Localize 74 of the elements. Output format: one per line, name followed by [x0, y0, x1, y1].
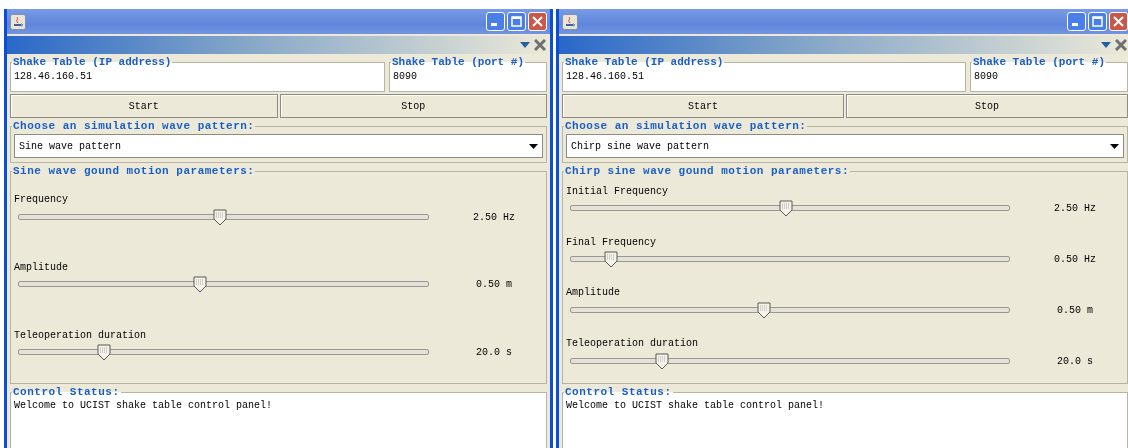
- slider-value: 20.0 s: [475, 347, 513, 359]
- port-field[interactable]: Shake Table (port #) 8090: [970, 56, 1128, 92]
- slider-value: 2.50 Hz: [1053, 203, 1097, 215]
- pattern-dropdown[interactable]: Chirp sine wave pattern: [566, 134, 1124, 158]
- slider-thumb[interactable]: [604, 251, 619, 269]
- action-button[interactable]: Stop: [279, 94, 547, 118]
- action-button[interactable]: Start: [10, 94, 278, 118]
- action-button[interactable]: Start: [562, 94, 844, 118]
- slider[interactable]: [18, 208, 429, 226]
- close-button[interactable]: [1109, 12, 1128, 31]
- ip-address-input[interactable]: 128.46.160.51: [14, 68, 381, 88]
- port-input[interactable]: 8090: [393, 68, 543, 88]
- caret-icon: [1110, 143, 1119, 149]
- group-label: Chirp sine wave gound motion parameters:: [564, 165, 851, 177]
- slider-value: 20.0 s: [1056, 355, 1094, 367]
- close-icon[interactable]: [1115, 39, 1127, 51]
- port-input[interactable]: 8090: [974, 68, 1124, 88]
- slider[interactable]: [570, 352, 1010, 370]
- slider-thumb[interactable]: [655, 352, 670, 370]
- port-field[interactable]: Shake Table (port #) 8090: [389, 56, 547, 92]
- action-button[interactable]: Stop: [846, 94, 1128, 118]
- slider-label: Teleoperation duration: [566, 337, 700, 351]
- minimize-icon: [490, 23, 497, 26]
- dropdown-icon[interactable]: [1101, 42, 1111, 48]
- slider-label: Amplitude: [14, 261, 69, 274]
- slider-label: Initial Frequency: [566, 184, 670, 198]
- caret-icon: [529, 143, 538, 149]
- slider-value: 0.50 m: [475, 279, 513, 291]
- maximize-icon: [1092, 16, 1103, 27]
- pattern-dropdown[interactable]: Sine wave pattern: [14, 134, 543, 158]
- slider[interactable]: [570, 301, 1010, 319]
- minimize-button[interactable]: [486, 12, 505, 31]
- close-button[interactable]: [528, 12, 547, 31]
- maximize-icon: [511, 16, 522, 27]
- field-label: Shake Table (IP address): [564, 56, 725, 68]
- slider-label: Teleoperation duration: [14, 328, 148, 342]
- slider[interactable]: [570, 200, 1010, 218]
- cup-icon: [562, 13, 578, 30]
- minimize-icon: [1071, 23, 1078, 26]
- group-label: Choose an simulation wave pattern:: [12, 120, 256, 132]
- status-message: Welcome to UCIST shake table control panel!: [566, 399, 826, 413]
- slider-thumb[interactable]: [757, 301, 772, 319]
- slider-label: Final Frequency: [566, 235, 657, 249]
- close-icon: [532, 16, 543, 27]
- slider-thumb[interactable]: [778, 200, 793, 218]
- slider[interactable]: [570, 251, 1010, 269]
- field-label: Shake Table (port #): [972, 56, 1107, 68]
- maximize-button[interactable]: [507, 12, 526, 31]
- slider-label: Amplitude: [566, 286, 621, 300]
- slider-value: 0.50 m: [1056, 304, 1094, 316]
- minimize-button[interactable]: [1067, 12, 1086, 31]
- field-label: Shake Table (IP address): [12, 56, 173, 68]
- close-icon[interactable]: [534, 39, 546, 51]
- slider[interactable]: [18, 344, 429, 362]
- maximize-button[interactable]: [1088, 12, 1107, 31]
- slider-thumb[interactable]: [97, 344, 112, 362]
- slider-value: 0.50 Hz: [1053, 254, 1097, 266]
- dropdown-icon[interactable]: [520, 42, 530, 48]
- slider[interactable]: [18, 276, 429, 294]
- cup-icon: [10, 13, 26, 30]
- group-label: Sine wave gound motion parameters:: [12, 165, 256, 177]
- slider-label: Frequency: [14, 193, 69, 207]
- status-message: Welcome to UCIST shake table control panel!: [14, 399, 274, 413]
- field-label: Shake Table (port #): [391, 56, 526, 68]
- slider-thumb[interactable]: [192, 276, 207, 294]
- ip-address-field[interactable]: Shake Table (IP address) 128.46.160.51: [10, 56, 385, 92]
- ip-address-field[interactable]: Shake Table (IP address) 128.46.160.51: [562, 56, 966, 92]
- close-icon: [1113, 16, 1124, 27]
- slider-value: 2.50 Hz: [472, 211, 516, 223]
- group-label: Choose an simulation wave pattern:: [564, 120, 808, 132]
- group-label: Control Status:: [564, 386, 673, 398]
- group-label: Control Status:: [12, 386, 121, 398]
- ip-address-input[interactable]: 128.46.160.51: [566, 68, 962, 88]
- slider-thumb[interactable]: [212, 208, 227, 226]
